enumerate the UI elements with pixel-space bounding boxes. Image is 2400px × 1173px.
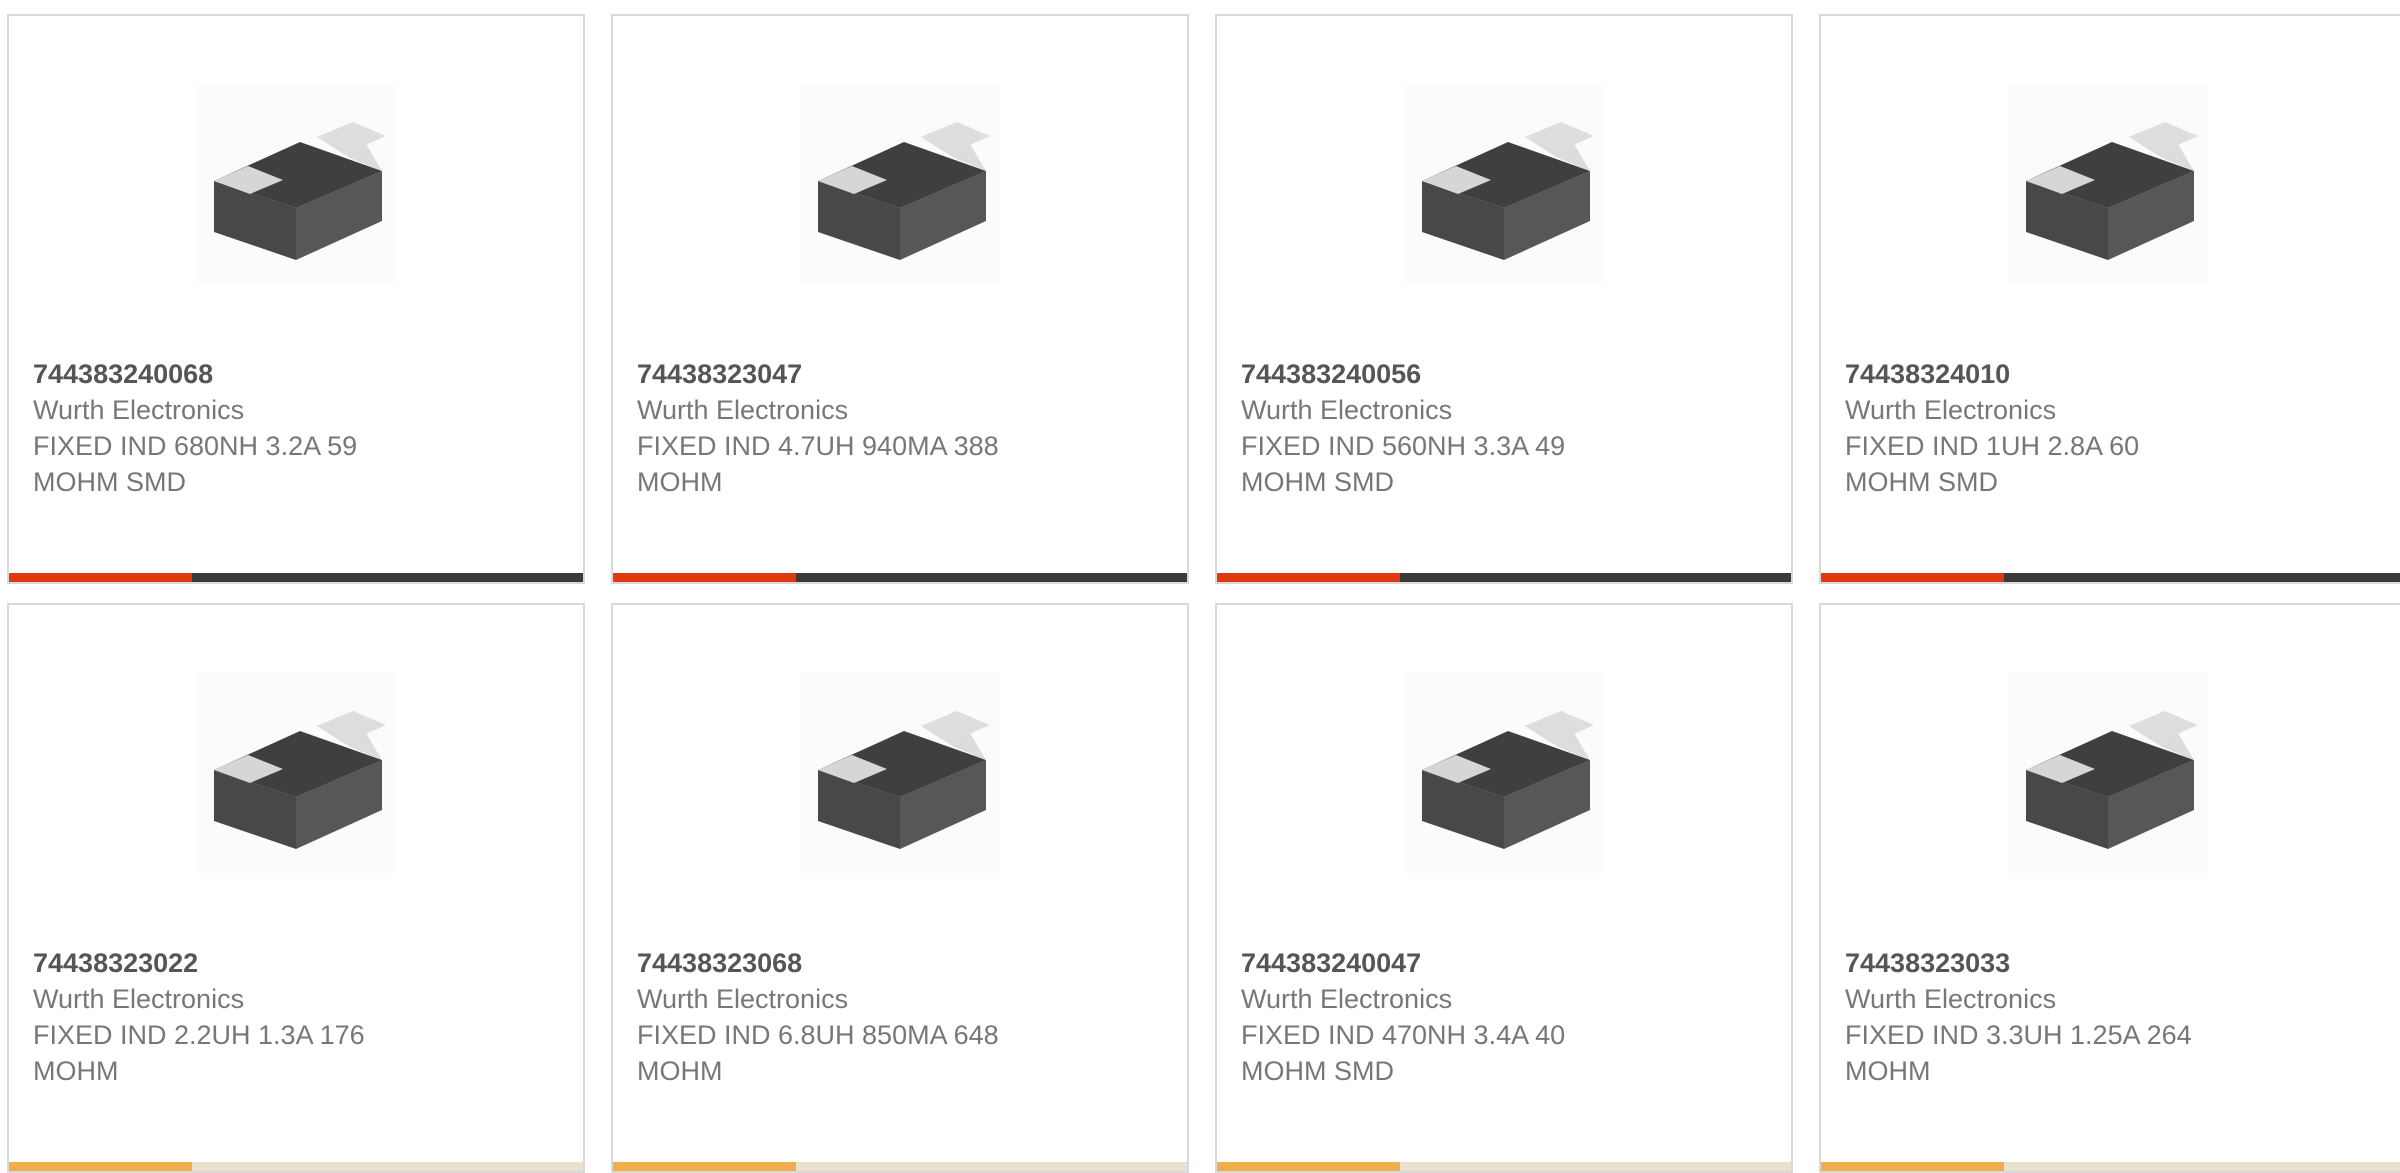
product-card[interactable]: 74438323022 Wurth Electronics FIXED IND …: [7, 603, 585, 1173]
card-accent-bar: [1821, 573, 2004, 582]
smd-inductor-image: [196, 673, 396, 873]
smd-inductor-image: [800, 673, 1000, 873]
product-grid: 744383240068 Wurth Electronics FIXED IND…: [0, 0, 2400, 1173]
smd-inductor-image: [800, 84, 1000, 284]
card-bottom-bar: [1821, 573, 2400, 582]
manufacturer: Wurth Electronics: [1845, 984, 2057, 1014]
description: FIXED IND 680NH 3.2A 59 MOHM SMD: [33, 431, 358, 497]
part-number[interactable]: 74438323068: [637, 945, 1163, 981]
product-card[interactable]: 744383240056 Wurth Electronics FIXED IND…: [1215, 14, 1793, 584]
description: FIXED IND 2.2UH 1.3A 176 MOHM: [33, 1020, 365, 1086]
manufacturer: Wurth Electronics: [637, 984, 849, 1014]
smd-inductor-image: [196, 84, 396, 284]
manufacturer: Wurth Electronics: [1241, 984, 1453, 1014]
product-image[interactable]: [800, 673, 1000, 873]
card-bottom-bar: [1217, 573, 1791, 582]
description: FIXED IND 6.8UH 850MA 648 MOHM: [637, 1020, 999, 1086]
manufacturer: Wurth Electronics: [33, 395, 245, 425]
product-card[interactable]: 74438323047 Wurth Electronics FIXED IND …: [611, 14, 1189, 584]
smd-inductor-image: [2008, 673, 2208, 873]
part-number[interactable]: 74438323047: [637, 356, 1163, 392]
card-accent-bar: [9, 573, 192, 582]
product-card[interactable]: 744383240047 Wurth Electronics FIXED IND…: [1215, 603, 1793, 1173]
product-image[interactable]: [2008, 84, 2208, 284]
product-card[interactable]: 74438323033 Wurth Electronics FIXED IND …: [1819, 603, 2400, 1173]
description: FIXED IND 1UH 2.8A 60 MOHM SMD: [1845, 431, 2140, 497]
product-card[interactable]: 74438324010 Wurth Electronics FIXED IND …: [1819, 14, 2400, 584]
description: FIXED IND 560NH 3.3A 49 MOHM SMD: [1241, 431, 1566, 497]
product-image[interactable]: [800, 84, 1000, 284]
smd-inductor-image: [1404, 673, 1604, 873]
manufacturer: Wurth Electronics: [1241, 395, 1453, 425]
description: FIXED IND 4.7UH 940MA 388 MOHM: [637, 431, 999, 497]
part-number[interactable]: 74438323022: [33, 945, 559, 981]
card-accent-bar: [613, 573, 796, 582]
part-number[interactable]: 74438324010: [1845, 356, 2376, 392]
smd-inductor-image: [2008, 84, 2208, 284]
description: FIXED IND 3.3UH 1.25A 264 MOHM: [1845, 1020, 2192, 1086]
card-accent-bar: [1217, 573, 1400, 582]
product-image[interactable]: [2008, 673, 2208, 873]
manufacturer: Wurth Electronics: [1845, 395, 2057, 425]
manufacturer: Wurth Electronics: [33, 984, 245, 1014]
part-number[interactable]: 744383240068: [33, 356, 559, 392]
product-card[interactable]: 74438323068 Wurth Electronics FIXED IND …: [611, 603, 1189, 1173]
smd-inductor-image: [1404, 84, 1604, 284]
part-number[interactable]: 744383240056: [1241, 356, 1767, 392]
product-card[interactable]: 744383240068 Wurth Electronics FIXED IND…: [7, 14, 585, 584]
product-image[interactable]: [1404, 673, 1604, 873]
part-number[interactable]: 74438323033: [1845, 945, 2376, 981]
product-image[interactable]: [1404, 84, 1604, 284]
description: FIXED IND 470NH 3.4A 40 MOHM SMD: [1241, 1020, 1566, 1086]
manufacturer: Wurth Electronics: [637, 395, 849, 425]
card-bottom-bar: [613, 573, 1187, 582]
part-number[interactable]: 744383240047: [1241, 945, 1767, 981]
product-image[interactable]: [196, 84, 396, 284]
card-bottom-bar: [9, 573, 583, 582]
product-image[interactable]: [196, 673, 396, 873]
